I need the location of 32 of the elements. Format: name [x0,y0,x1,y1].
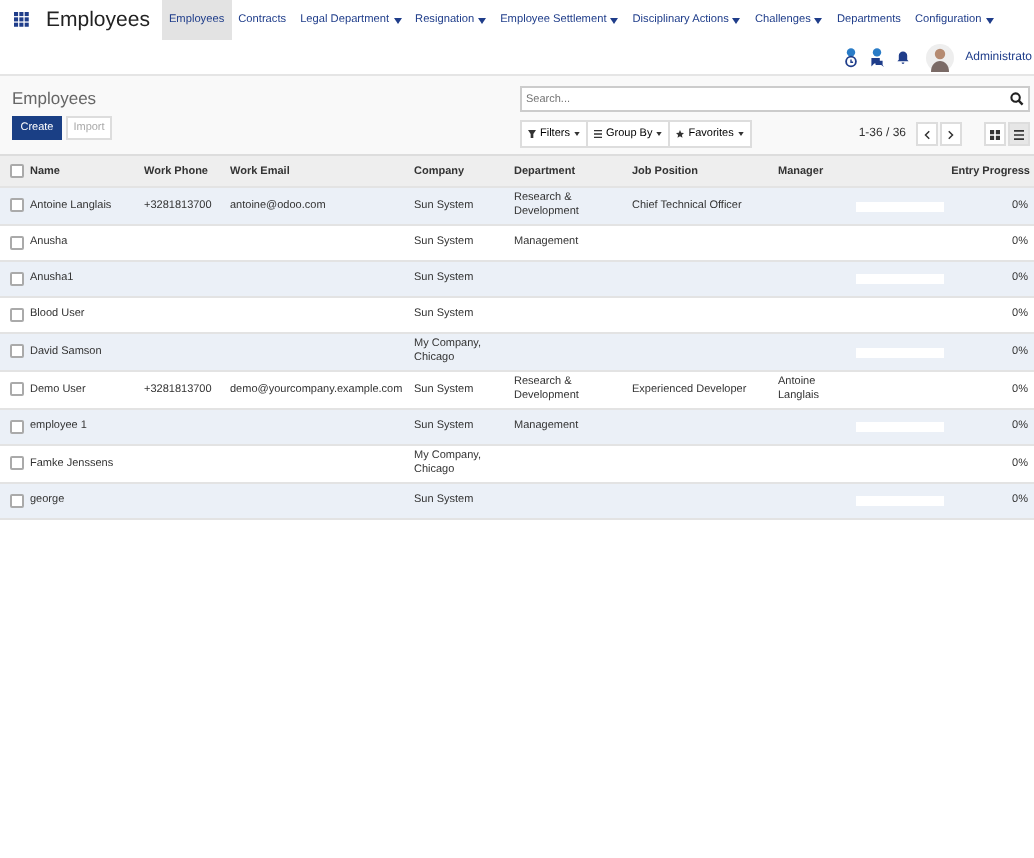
page-title: Employees [12,88,99,108]
bell-icon[interactable] [895,50,910,64]
list-icon [1014,129,1024,139]
star-icon [676,130,685,138]
caret-icon [737,132,744,136]
checkbox[interactable] [10,235,24,250]
checkbox[interactable] [10,198,24,213]
checkbox[interactable] [10,307,24,322]
checkbox[interactable] [10,419,24,434]
checkbox[interactable] [10,344,24,359]
chevron-right-icon [948,129,954,139]
kanban-view-button[interactable] [984,122,1006,146]
avatar-icon[interactable] [925,43,954,71]
checkbox[interactable] [10,382,24,397]
apps-grid-icon[interactable] [14,12,30,28]
list-view-button[interactable] [1008,122,1030,146]
previous-button[interactable] [916,122,938,146]
checkbox[interactable] [10,456,24,471]
chevron-left-icon [924,129,930,139]
filter-icon [528,130,536,138]
app-title: Employees [46,8,150,32]
checkbox[interactable] [10,271,24,286]
checkbox[interactable] [10,164,24,178]
clock-icon[interactable] [843,47,858,67]
checkbox[interactable] [10,493,24,508]
list-icon [593,130,602,138]
chat-icon[interactable] [869,47,884,67]
caret-icon [573,132,580,136]
caret-icon [656,132,663,136]
next-button[interactable] [940,122,962,146]
grid-icon [990,129,1000,139]
search-icon[interactable] [1010,92,1024,106]
